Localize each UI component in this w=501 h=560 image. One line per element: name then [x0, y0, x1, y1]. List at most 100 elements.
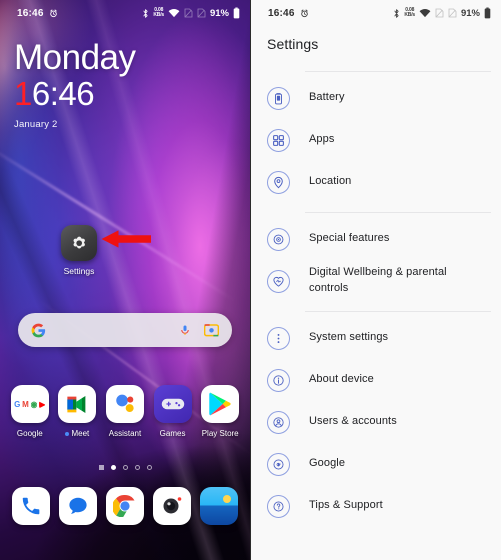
- home-app-games[interactable]: Games: [153, 385, 193, 438]
- page-dot[interactable]: [122, 465, 128, 470]
- settings-item-users-accounts[interactable]: Users & accounts: [251, 401, 501, 443]
- home-app-label: Games: [159, 429, 186, 438]
- clock-day-label: Monday: [14, 38, 136, 77]
- settings-item-apps[interactable]: Apps: [251, 119, 501, 161]
- network-speed-indicator: 0.08 KB/s: [153, 8, 164, 18]
- settings-item-system-settings[interactable]: System settings: [251, 317, 501, 359]
- special-features-icon: [267, 227, 290, 251]
- settings-item-label: Apps: [309, 133, 335, 146]
- home-app-label: Google: [16, 429, 43, 438]
- page-indicator[interactable]: [0, 465, 250, 470]
- settings-item-battery[interactable]: Battery: [251, 77, 501, 119]
- search-bar-actions: [179, 323, 219, 338]
- settings-group-1: Battery Apps Location: [251, 77, 501, 207]
- clock-widget[interactable]: Monday 16:46 January 2: [14, 38, 136, 131]
- settings-item-label: Battery: [309, 91, 345, 104]
- dock-gallery-app[interactable]: [199, 487, 238, 525]
- settings-item-label: Digital Wellbeing & parental controls: [309, 266, 447, 294]
- status-bar-right: 0.08 KB/s 91%: [142, 7, 240, 19]
- folder-google-icon: G: [14, 399, 21, 409]
- gear-icon: [73, 236, 85, 249]
- network-speed-unit: KB/s: [404, 12, 415, 18]
- three-dots-vertical-icon: [267, 326, 290, 350]
- network-speed-indicator: 0.08 KB/s: [404, 8, 415, 18]
- battery-icon: [233, 7, 240, 19]
- settings-screen-panel: 16:46 0.08 KB/s 91% Settings Battery App…: [250, 0, 501, 560]
- dual-screenshot-root: 16:46 0.08 KB/s 91% Monday 16:46 January…: [0, 0, 501, 560]
- home-app-meet[interactable]: Meet: [57, 385, 97, 438]
- settings-divider: [305, 71, 491, 72]
- settings-item-about-device[interactable]: About device: [251, 359, 501, 401]
- settings-group-3: System settings About device Users & acc…: [251, 317, 501, 531]
- page-dot-active[interactable]: [110, 465, 116, 470]
- bluetooth-icon: [394, 8, 399, 18]
- settings-item-digital-wellbeing[interactable]: Digital Wellbeing & parental controls: [251, 260, 501, 302]
- microphone-icon[interactable]: [179, 323, 191, 338]
- red-arrow-pointing-at-settings-icon: [101, 230, 151, 248]
- home-app-play-store[interactable]: Play Store: [200, 385, 240, 438]
- folder-maps-icon: ◉: [30, 399, 38, 409]
- home-status-bar: 16:46 0.08 KB/s 91%: [0, 0, 250, 26]
- settings-item-label: Users & accounts: [309, 415, 397, 428]
- page-indicator-home-square[interactable]: [98, 465, 104, 470]
- settings-item-label: About device: [309, 373, 374, 386]
- status-bar-right: 0.08 KB/s 91%: [393, 7, 491, 19]
- settings-app-label: Settings: [63, 266, 95, 276]
- battery-icon: [267, 86, 290, 110]
- dock-camera-app[interactable]: [152, 487, 191, 525]
- home-app-row: G M ◉ ▶ Google Meet Assistant Games Play…: [0, 385, 250, 438]
- home-app-assistant[interactable]: Assistant: [105, 385, 145, 438]
- heart-wellbeing-icon: [267, 269, 290, 293]
- status-bar-clock: 16:46: [17, 7, 44, 19]
- status-bar-left: 16:46: [10, 8, 58, 19]
- settings-page-title: Settings: [267, 36, 319, 52]
- google-play-store-icon[interactable]: [201, 385, 240, 423]
- clock-date-label: January 2: [14, 119, 58, 131]
- wifi-icon: [168, 9, 180, 18]
- sim-no-signal-icon: [184, 8, 193, 18]
- alarm-icon: [300, 9, 308, 17]
- dock-messages-app[interactable]: [59, 487, 98, 525]
- home-dock: [0, 487, 250, 525]
- settings-divider: [305, 212, 491, 213]
- sim-no-signal-icon-2: [197, 8, 206, 18]
- dock-chrome-app[interactable]: [105, 487, 144, 525]
- google-search-bar[interactable]: [18, 313, 232, 347]
- settings-item-label: Google: [309, 457, 346, 470]
- settings-app-tile[interactable]: [61, 225, 97, 261]
- user-account-icon: [267, 410, 290, 434]
- page-dot[interactable]: [134, 465, 140, 470]
- battery-percent-label: 91%: [460, 7, 480, 19]
- google-lens-camera-icon[interactable]: [204, 323, 219, 337]
- settings-item-tips-support[interactable]: Tips & Support: [251, 485, 501, 527]
- alarm-icon: [49, 9, 57, 17]
- clock-time-rest: 6:46: [31, 74, 95, 112]
- google-folder-icon[interactable]: G M ◉ ▶: [10, 385, 49, 423]
- settings-item-special-features[interactable]: Special features: [251, 218, 501, 260]
- dock-phone-app[interactable]: [12, 487, 51, 525]
- google-meet-icon[interactable]: [58, 385, 97, 423]
- info-icon: [267, 368, 290, 392]
- status-bar-left: 16:46: [261, 8, 309, 19]
- home-app-settings[interactable]: Settings: [61, 225, 97, 276]
- settings-item-label: Tips & Support: [309, 499, 383, 512]
- settings-item-label: System settings: [309, 331, 389, 344]
- clock-time-accent-digit: 1: [14, 74, 32, 112]
- settings-item-label: Location: [309, 175, 352, 188]
- settings-scrolled-partial-item: [251, 58, 501, 66]
- settings-group-2: Special features Digital Wellbeing & par…: [251, 218, 501, 306]
- battery-percent-label: 91%: [209, 7, 229, 19]
- games-gamepad-icon[interactable]: [153, 385, 192, 423]
- settings-divider: [305, 311, 491, 312]
- settings-item-google[interactable]: Google: [251, 443, 501, 485]
- google-assistant-icon[interactable]: [105, 385, 144, 423]
- question-mark-help-icon: [267, 494, 290, 518]
- apps-grid-icon: [267, 128, 290, 152]
- clock-time-label: 16:46: [14, 74, 136, 112]
- page-dot[interactable]: [146, 465, 152, 470]
- settings-item-label: Special features: [309, 232, 390, 245]
- status-bar-clock: 16:46: [268, 7, 295, 19]
- settings-item-location[interactable]: Location: [251, 161, 501, 203]
- google-g-circle-icon: [267, 452, 290, 476]
- home-app-google-folder[interactable]: G M ◉ ▶ Google: [10, 385, 50, 438]
